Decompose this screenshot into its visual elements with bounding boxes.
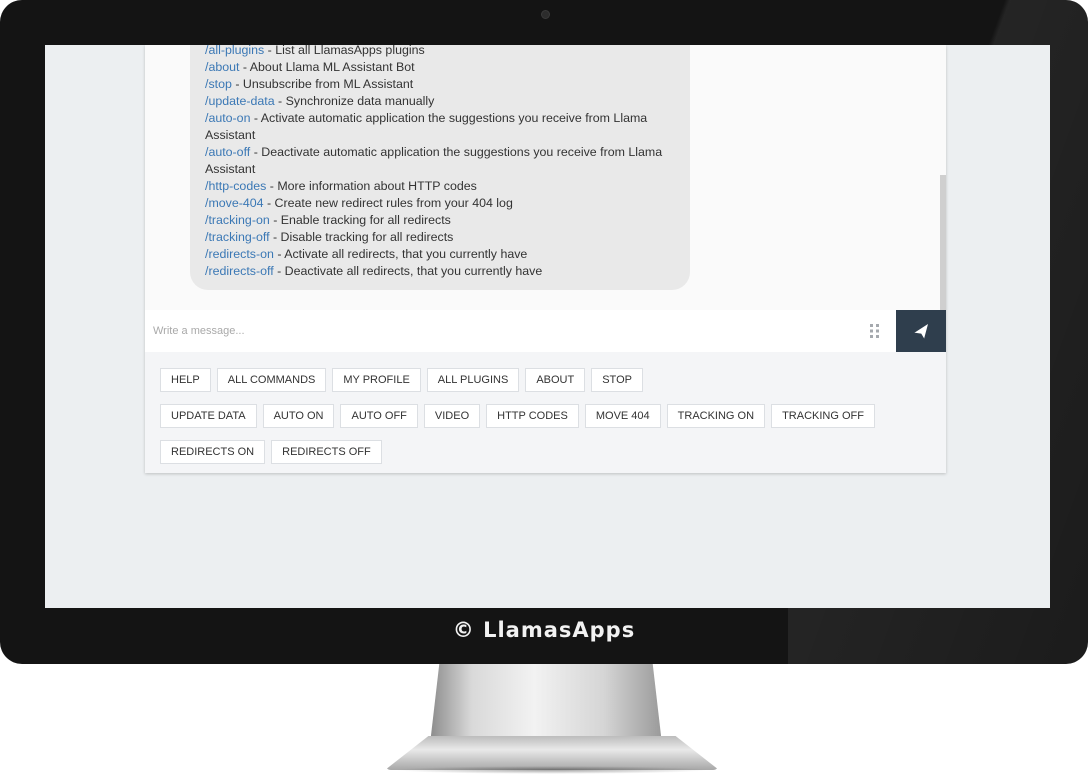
quick-reply-button[interactable]: MOVE 404 — [584, 404, 661, 428]
command-description: - Create new redirect rules from your 40… — [263, 196, 513, 210]
brand-caption: © LlamasApps — [452, 618, 636, 642]
command-line: /auto-off - Deactivate automatic applica… — [205, 144, 677, 178]
quick-reply-button[interactable]: MY PROFILE — [332, 368, 421, 392]
monitor-screen: /all-plugins - List all LlamasApps plugi… — [45, 45, 1050, 608]
command-line: /about - About Llama ML Assistant Bot — [205, 59, 677, 76]
command-description: - About Llama ML Assistant Bot — [239, 60, 415, 74]
command-description: - More information about HTTP codes — [266, 179, 477, 193]
quick-reply-button[interactable]: UPDATE DATA — [160, 404, 257, 428]
command-link[interactable]: /redirects-off — [205, 264, 274, 278]
quick-reply-row: REDIRECTS ON REDIRECTS OFF — [160, 440, 940, 464]
quick-reply-button[interactable]: AUTO ON — [262, 404, 335, 428]
command-description: - Activate automatic application the sug… — [205, 111, 648, 142]
command-link[interactable]: /all-plugins — [205, 45, 264, 57]
quick-reply-button[interactable]: AUTO OFF — [340, 404, 418, 428]
command-description: - Enable tracking for all redirects — [269, 213, 451, 227]
command-line: /all-plugins - List all LlamasApps plugi… — [205, 45, 677, 59]
monitor-stand-base — [385, 736, 719, 770]
command-line: /move-404 - Create new redirect rules fr… — [205, 195, 677, 212]
command-line: /stop - Unsubscribe from ML Assistant — [205, 76, 677, 93]
quick-replies: HELP ALL COMMANDS MY PROFILE ALL PLUGINS ABO… — [160, 368, 940, 476]
quick-reply-button[interactable]: ABOUT — [525, 368, 586, 392]
quick-reply-button[interactable]: REDIRECTS OFF — [271, 440, 382, 464]
command-link[interactable]: /tracking-off — [205, 230, 270, 244]
command-description: - Deactivate all redirects, that you cur… — [273, 264, 543, 278]
command-link[interactable]: /http-codes — [205, 179, 266, 193]
command-description: - Disable tracking for all redirects — [269, 230, 454, 244]
quick-reply-button[interactable]: VIDEO — [423, 404, 481, 428]
monitor-stand-neck — [430, 664, 662, 744]
quick-reply-row: UPDATE DATA AUTO ON AUTO OFF VIDEO HTTP CODE… — [160, 404, 940, 428]
command-link[interactable]: /update-data — [205, 94, 275, 108]
command-description: - Deactivate automatic application the s… — [205, 145, 663, 176]
command-line: /redirects-off - Deactivate all redirect… — [205, 263, 677, 280]
chat-scrollbar[interactable] — [940, 175, 946, 310]
chat-widget: /all-plugins - List all LlamasApps plugi… — [145, 45, 946, 473]
monitor-bezel: /all-plugins - List all LlamasApps plugi… — [0, 0, 1088, 664]
command-link[interactable]: /auto-off — [205, 145, 250, 159]
command-line: /tracking-on - Enable tracking for all r… — [205, 212, 677, 229]
command-line: /redirects-on - Activate all redirects, … — [205, 246, 677, 263]
command-description: - List all LlamasApps plugins — [264, 45, 425, 57]
command-link[interactable]: /redirects-on — [205, 247, 274, 261]
command-link[interactable]: /about — [205, 60, 239, 74]
camera-icon — [541, 10, 550, 19]
command-line: /update-data - Synchronize data manually — [205, 93, 677, 110]
quick-reply-button[interactable]: TRACKING OFF — [771, 404, 875, 428]
bot-message-bubble: /all-plugins - List all LlamasApps plugi… — [190, 45, 690, 290]
quick-reply-row: HELP ALL COMMANDS MY PROFILE ALL PLUGINS ABO… — [160, 368, 940, 392]
quick-reply-button[interactable]: HTTP CODES — [486, 404, 579, 428]
quick-reply-button[interactable]: ALL COMMANDS — [216, 368, 327, 392]
message-input[interactable] — [145, 310, 855, 352]
command-link[interactable]: /stop — [205, 77, 232, 91]
quick-reply-button[interactable]: STOP — [591, 368, 643, 392]
monitor-stand-shadow — [395, 766, 709, 774]
command-list: /all-plugins - List all LlamasApps plugi… — [205, 45, 677, 280]
paper-plane-icon — [913, 324, 928, 340]
command-link[interactable]: /move-404 — [205, 196, 264, 210]
chat-history[interactable]: /all-plugins - List all LlamasApps plugi… — [145, 45, 946, 310]
quick-reply-button[interactable]: HELP — [160, 368, 211, 392]
send-button[interactable] — [896, 310, 946, 352]
command-line: /http-codes - More information about HTT… — [205, 178, 677, 195]
command-description: - Synchronize data manually — [274, 94, 435, 108]
command-description: - Unsubscribe from ML Assistant — [231, 77, 414, 91]
command-line: /tracking-off - Disable tracking for all… — [205, 229, 677, 246]
grid-dots-icon[interactable] — [865, 321, 885, 341]
command-link[interactable]: /auto-on — [205, 111, 250, 125]
quick-reply-button[interactable]: TRACKING ON — [666, 404, 766, 428]
command-link[interactable]: /tracking-on — [205, 213, 270, 227]
quick-reply-button[interactable]: ALL PLUGINS — [426, 368, 520, 392]
quick-reply-button[interactable]: REDIRECTS ON — [160, 440, 266, 464]
command-description: - Activate all redirects, that you curre… — [273, 247, 528, 261]
message-composer — [145, 310, 946, 352]
command-line: /auto-on - Activate automatic applicatio… — [205, 110, 677, 144]
